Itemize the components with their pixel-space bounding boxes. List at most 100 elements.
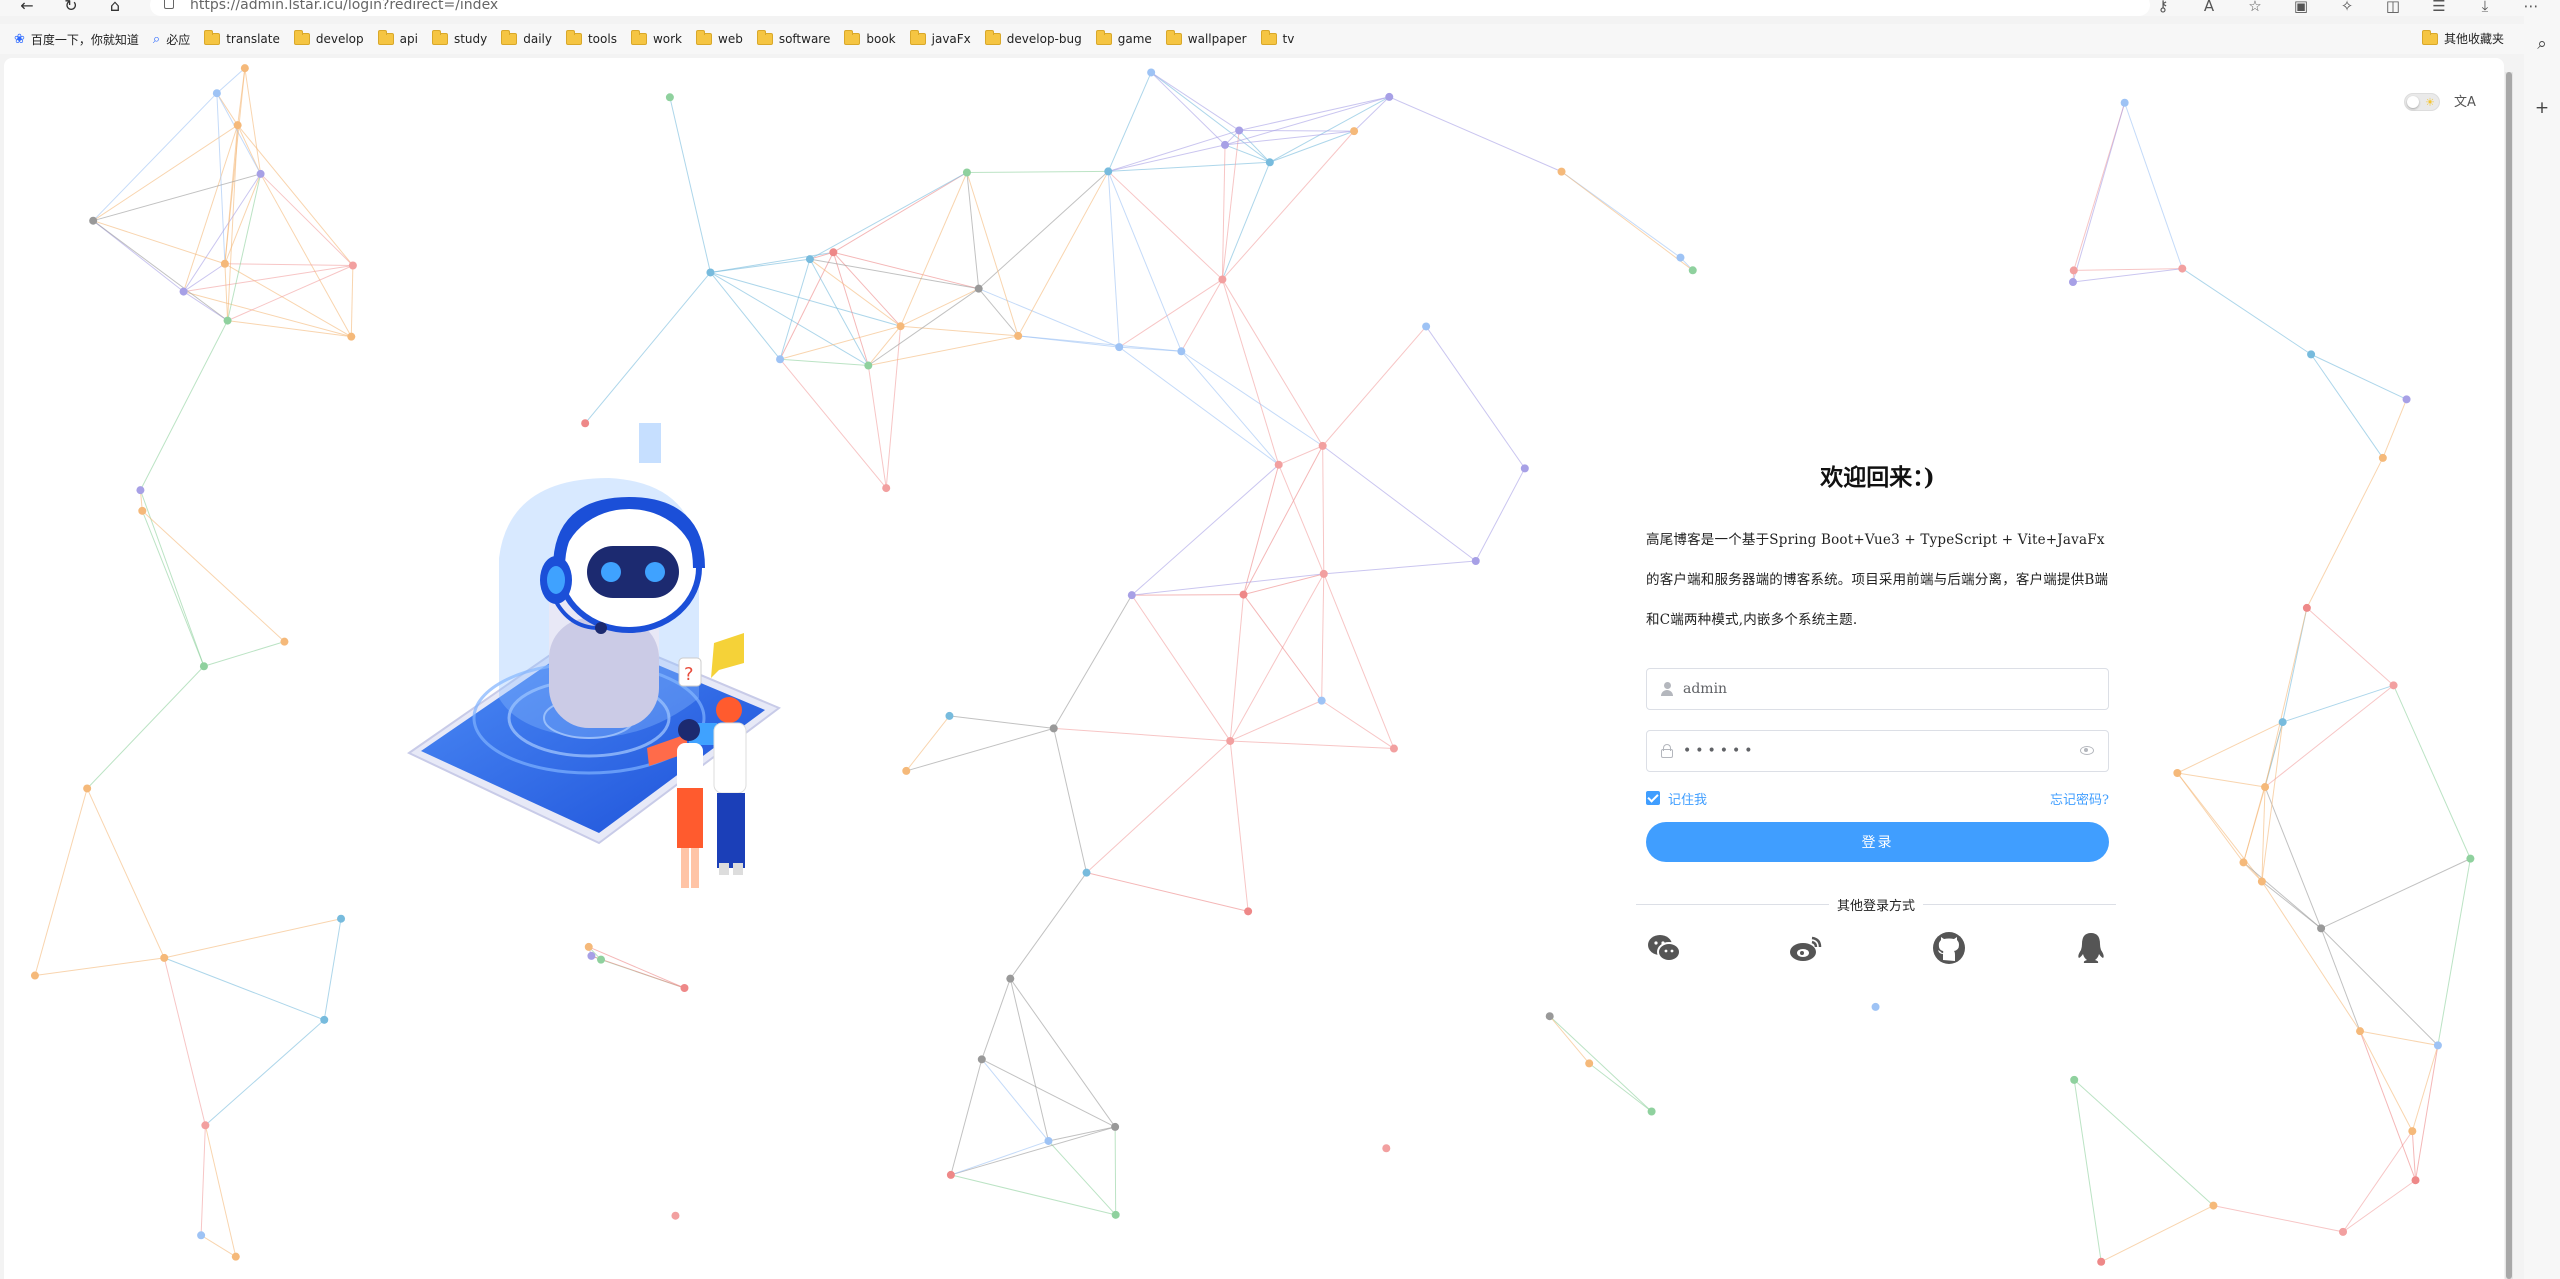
folder-icon: [293, 30, 310, 45]
network-node: [2466, 854, 2475, 863]
network-line: [1278, 445, 1323, 466]
network-line: [260, 173, 354, 266]
bookmark-9[interactable]: web: [696, 30, 743, 46]
bookmark-1[interactable]: ⌕ 必应: [153, 31, 190, 48]
network-line: [950, 1059, 983, 1176]
network-node: [974, 284, 983, 293]
network-node: [1104, 167, 1113, 176]
username-field[interactable]: [1646, 668, 2109, 710]
network-line: [183, 173, 262, 292]
password-field[interactable]: [1646, 730, 2109, 772]
network-line: [1053, 594, 1133, 729]
network-line: [710, 258, 810, 273]
network-line: [1048, 1140, 1117, 1216]
network-line: [1549, 1015, 1590, 1064]
bookmark-4[interactable]: api: [377, 30, 418, 46]
network-line: [868, 288, 979, 366]
network-line: [224, 173, 262, 264]
scrollbar-thumb[interactable]: [2506, 72, 2512, 1279]
bookmark-16[interactable]: tv: [1260, 30, 1294, 46]
network-node: [962, 168, 971, 177]
network-node: [1274, 460, 1283, 469]
add-icon[interactable]: +: [2534, 98, 2550, 118]
split-screen-icon[interactable]: ◫: [2384, 0, 2402, 15]
network-line: [906, 727, 1054, 772]
network-line: [216, 67, 246, 94]
bookmark-0[interactable]: ❀ 百度一下，你就知道: [14, 31, 139, 48]
back-icon[interactable]: ←: [16, 0, 38, 14]
network-line: [1229, 594, 1245, 741]
network-node: [1044, 1136, 1053, 1145]
bookmark-8[interactable]: work: [630, 30, 682, 46]
network-line: [1017, 171, 1109, 337]
network-line: [1118, 346, 1279, 466]
username-input[interactable]: [1683, 669, 2083, 709]
network-line: [92, 92, 218, 222]
bookmark-7[interactable]: tools: [565, 30, 617, 46]
bookmark-3[interactable]: develop: [293, 30, 364, 46]
favorite-star-icon[interactable]: ☆: [2246, 0, 2264, 15]
network-line: [584, 272, 711, 424]
network-line: [200, 1234, 237, 1258]
refresh-icon[interactable]: ↻: [60, 0, 82, 14]
puzzle-icon[interactable]: ✧: [2338, 0, 2356, 15]
bookmark-14[interactable]: game: [1095, 30, 1152, 46]
download-icon[interactable]: ⤓: [2476, 0, 2494, 15]
weibo-icon[interactable]: [1788, 930, 1824, 966]
network-line: [1322, 445, 1325, 574]
forgot-password-link[interactable]: 忘记密码?: [2050, 789, 2109, 808]
search-icon[interactable]: ⌕: [2534, 34, 2550, 54]
network-line: [1131, 573, 1324, 596]
network-line: [1118, 279, 1223, 348]
wechat-icon[interactable]: [1646, 930, 1682, 966]
lock-icon: [164, 0, 174, 9]
bookmark-2[interactable]: translate: [204, 30, 280, 46]
bookmark-5[interactable]: study: [431, 30, 487, 46]
network-node: [1014, 331, 1023, 340]
network-line: [1561, 171, 1694, 271]
bookmark-15[interactable]: wallpaper: [1165, 30, 1247, 46]
address-bar[interactable]: https://admin.lstar.icu/login?redirect=/…: [150, 0, 2150, 16]
network-line: [86, 788, 165, 959]
network-line: [1180, 350, 1280, 466]
network-node: [1389, 744, 1398, 753]
page-scrollbar[interactable]: [2505, 72, 2513, 1279]
eye-icon[interactable]: [2080, 746, 2094, 755]
bookmark-11[interactable]: book: [844, 30, 896, 46]
network-node: [1235, 126, 1244, 135]
github-icon[interactable]: [1931, 930, 1967, 966]
network-node: [201, 1121, 210, 1130]
network-node: [1147, 68, 1156, 77]
qq-icon[interactable]: [2073, 930, 2109, 966]
key-icon[interactable]: ⚷: [2154, 0, 2172, 15]
user-icon: [1661, 682, 1673, 696]
network-line: [2264, 684, 2394, 788]
password-input[interactable]: [1683, 731, 2083, 771]
bookmark-6[interactable]: daily: [501, 30, 552, 46]
other-bookmarks[interactable]: 其他收藏夹: [2421, 29, 2504, 47]
bookmark-10[interactable]: software: [756, 30, 830, 46]
folder-icon: [696, 30, 712, 45]
theme-toggle[interactable]: ☀: [2404, 93, 2440, 111]
bookmark-13[interactable]: develop-bug: [984, 30, 1082, 46]
network-line: [205, 1019, 325, 1126]
read-aloud-icon[interactable]: A: [2200, 0, 2218, 15]
login-button[interactable]: 登录: [1646, 822, 2109, 862]
bookmark-label: 必应: [166, 32, 191, 47]
network-line: [1086, 872, 1249, 912]
home-icon[interactable]: ⌂: [104, 0, 126, 14]
network-line: [2243, 862, 2322, 929]
network-node: [1871, 1002, 1880, 1011]
network-line: [1321, 573, 1325, 701]
network-node: [2070, 1075, 2079, 1084]
more-icon[interactable]: ⋯: [2522, 0, 2540, 15]
bookmark-12[interactable]: javaFx: [909, 30, 971, 46]
network-node: [829, 248, 838, 257]
network-line: [183, 265, 353, 293]
network-line: [224, 263, 353, 266]
favorites-icon[interactable]: ☰: [2430, 0, 2448, 15]
extension-icon[interactable]: ▣: [2292, 0, 2310, 15]
remember-me-checkbox[interactable]: 记住我: [1646, 789, 1707, 808]
translate-icon[interactable]: 文A: [2454, 91, 2476, 110]
network-node: [1557, 167, 1566, 176]
